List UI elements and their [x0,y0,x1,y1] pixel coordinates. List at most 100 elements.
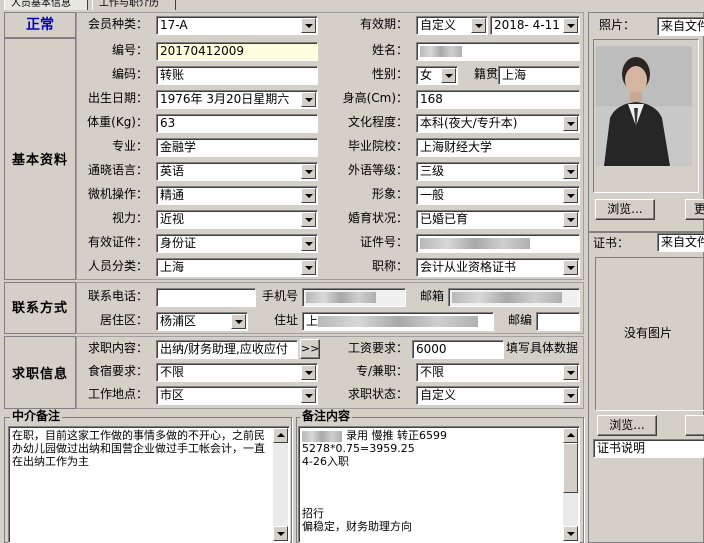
more-button[interactable]: >> [300,339,320,359]
no-image-text: 没有图片 [623,326,672,340]
job-content-field[interactable]: 出纳/财务助理,应收应付 [156,340,298,359]
member-type-select[interactable]: 17-A [156,16,318,35]
foreign-level-label: 外语等级： [347,163,408,177]
chevron-down-icon[interactable] [563,164,578,179]
chevron-down-icon[interactable] [563,188,578,203]
location-select[interactable]: 市区 [156,386,318,405]
scroll-thumb[interactable] [563,443,578,493]
photo-browse-button[interactable]: 浏览... [595,199,655,220]
computer-label: 微机操作： [87,187,148,201]
remark-line [302,468,561,481]
postcode-label: 邮编 [507,313,532,327]
remark-line: 录用 慢推 转正6599 [302,429,561,442]
id-number-field[interactable] [416,234,580,253]
name-field[interactable] [416,42,580,61]
vision-select[interactable]: 近视 [156,210,318,229]
height-label: 身高(Cm)： [342,91,408,105]
code-field[interactable]: 转账 [156,66,318,85]
school-field[interactable]: 上海财经大学 [416,138,580,157]
chevron-down-icon[interactable] [301,260,316,275]
cert-update-button[interactable] [685,415,704,436]
cert-browse-button[interactable]: 浏览... [597,415,657,436]
vertical-scrollbar[interactable] [273,428,288,541]
chevron-down-icon[interactable] [231,314,246,329]
scroll-down-icon[interactable] [563,526,578,541]
birth-label: 出生日期： [87,91,148,105]
vision-label: 视力： [111,211,148,225]
vertical-scrollbar[interactable] [563,428,578,541]
chevron-down-icon[interactable] [301,236,316,251]
parttime-label: 专/兼职： [355,364,408,378]
chevron-down-icon[interactable] [441,68,456,83]
id-type-select[interactable]: 身份证 [156,234,318,253]
scroll-up-icon[interactable] [563,428,578,443]
chevron-down-icon[interactable] [563,212,578,227]
remark-line: 5278*0.75=3959.25 [302,442,415,455]
chevron-down-icon[interactable] [563,365,578,380]
salary-label: 工资要求： [347,341,408,355]
agency-note-textarea[interactable]: 在职，目前这家工作做的事情多做的不开心，之前民办幼儿园做过出纳和国营企业做过手工… [8,426,290,543]
district-select[interactable]: 杨浦区 [156,312,248,331]
remark-textarea[interactable]: 录用 慢推 转正6599 5278*0.75=3959.25 4-26入职 招行… [298,426,580,543]
parttime-select[interactable]: 不限 [416,363,580,382]
chevron-down-icon[interactable] [301,164,316,179]
category-select[interactable]: 上海 [156,258,318,277]
chevron-down-icon[interactable] [301,188,316,203]
origin-field[interactable]: 上海 [498,66,580,85]
education-select[interactable]: 本科(夜大/专升本) [416,114,580,133]
cert-source-select[interactable]: 来自文件 [657,233,704,252]
chevron-down-icon[interactable] [301,92,316,107]
major-field[interactable]: 金融学 [156,138,318,157]
weight-field[interactable]: 63 [156,114,318,133]
chevron-down-icon[interactable] [563,260,578,275]
tab-work-history[interactable]: 工作与职介历 [92,0,176,10]
marital-select[interactable]: 已婚已育 [416,210,580,229]
postcode-field[interactable] [536,312,580,331]
number-field[interactable]: 20170412009 [156,42,318,61]
computer-select[interactable]: 精通 [156,186,318,205]
redacted-text [420,238,530,249]
job-title-label: 职称： [371,259,408,273]
cert-caption-field[interactable]: 证书说明 [593,439,704,458]
photo-update-button[interactable]: 更 [685,199,704,220]
validity-mode-select[interactable]: 自定义 [416,16,488,35]
mobile-label: 手机号 [261,289,298,303]
chevron-down-icon[interactable] [471,18,486,33]
scroll-down-icon[interactable] [273,526,288,541]
chevron-down-icon[interactable] [301,212,316,227]
major-label: 专业： [111,139,148,153]
scroll-up-icon[interactable] [273,428,288,443]
appearance-label: 形象： [371,187,408,201]
redacted-text [306,292,376,303]
tab-basic-info[interactable]: 人员基本信息 [4,0,88,10]
job-title-select[interactable]: 会计从业资格证书 [416,258,580,277]
job-status-select[interactable]: 自定义 [416,386,580,405]
status-label: 正常 [26,17,54,33]
salary-field[interactable]: 6000 [412,340,504,359]
status-cell: 正常 [4,12,76,38]
tab-strip: 人员基本信息 工作与职介历 [0,0,704,10]
photo-source-select[interactable]: 来自文件 [657,17,704,36]
height-field[interactable]: 168 [416,90,580,109]
birth-date-picker[interactable]: 1976年 3月20日星期六 [156,90,318,109]
basic-section-cell: 基本资料 [4,38,76,280]
education-label: 文化程度： [347,115,408,129]
appearance-select[interactable]: 一般 [416,186,580,205]
validity-date-picker[interactable]: 2018- 4-11 [490,16,580,35]
mobile-field[interactable] [302,288,406,307]
id-type-label: 有效证件： [87,235,148,249]
address-field[interactable]: 上 [302,312,494,331]
gender-select[interactable]: 女 [416,66,458,85]
chevron-down-icon[interactable] [563,388,578,403]
foreign-level-select[interactable]: 三级 [416,162,580,181]
chevron-down-icon[interactable] [301,365,316,380]
chevron-down-icon[interactable] [301,388,316,403]
language-select[interactable]: 英语 [156,162,318,181]
agency-note-text: 在职，目前这家工作做的事情多做的不开心，之前民办幼儿园做过出纳和国营企业做过手工… [12,429,265,468]
chevron-down-icon[interactable] [563,116,578,131]
phone-field[interactable] [156,288,256,307]
lodging-select[interactable]: 不限 [156,363,318,382]
chevron-down-icon[interactable] [301,18,316,33]
chevron-down-icon[interactable] [563,18,578,33]
email-field[interactable] [448,288,580,307]
